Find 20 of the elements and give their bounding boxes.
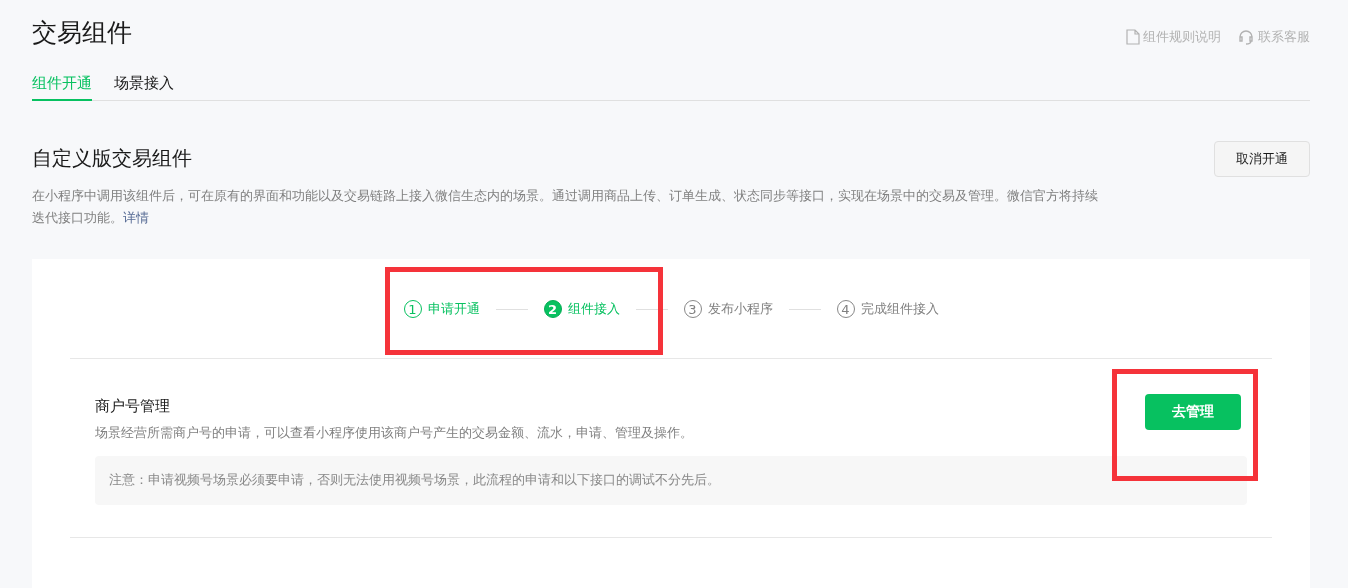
section-heading: 商户号管理	[95, 397, 170, 416]
step-label: 发布小程序	[707, 300, 773, 318]
document-icon	[1126, 29, 1140, 45]
step-label: 完成组件接入	[860, 300, 939, 318]
section-title: 自定义版交易组件	[32, 145, 192, 172]
section-description: 场景经营所需商户号的申请，可以查看小程序使用该商户号产生的交易金额、流水，申请、管理及操作。	[95, 424, 694, 442]
step-label: 组件接入	[567, 300, 620, 318]
component-description: 在小程序中调用该组件后，可在原有的界面和功能以及交易链路上接入微信生态内的场景。通过调用商品上传、订单生成、状态同步等接口，实现在场景中的交易及管理。微信官方将持续迭代接口功能。详情	[32, 187, 1099, 227]
notice-box: 注意：申请视频号场景必须要申请，否则无法使用视频号场景，此流程的申请和以下接口的调试不分先后。	[95, 456, 1247, 505]
tab[interactable]: 场景接入	[114, 74, 174, 101]
step-number: 2	[543, 300, 562, 318]
manage-button[interactable]: 去管理	[1145, 394, 1241, 430]
cancel-button[interactable]: 取消开通	[1214, 141, 1310, 177]
header-link[interactable]: 联系客服	[1237, 28, 1310, 46]
details-link[interactable]: 详情	[123, 210, 149, 225]
page-title: 交易组件	[32, 17, 132, 49]
header-link[interactable]: 组件规则说明	[1126, 28, 1221, 46]
tab[interactable]: 组件开通	[32, 74, 92, 101]
headset-icon	[1237, 29, 1255, 45]
step-label: 申请开通	[427, 300, 480, 318]
